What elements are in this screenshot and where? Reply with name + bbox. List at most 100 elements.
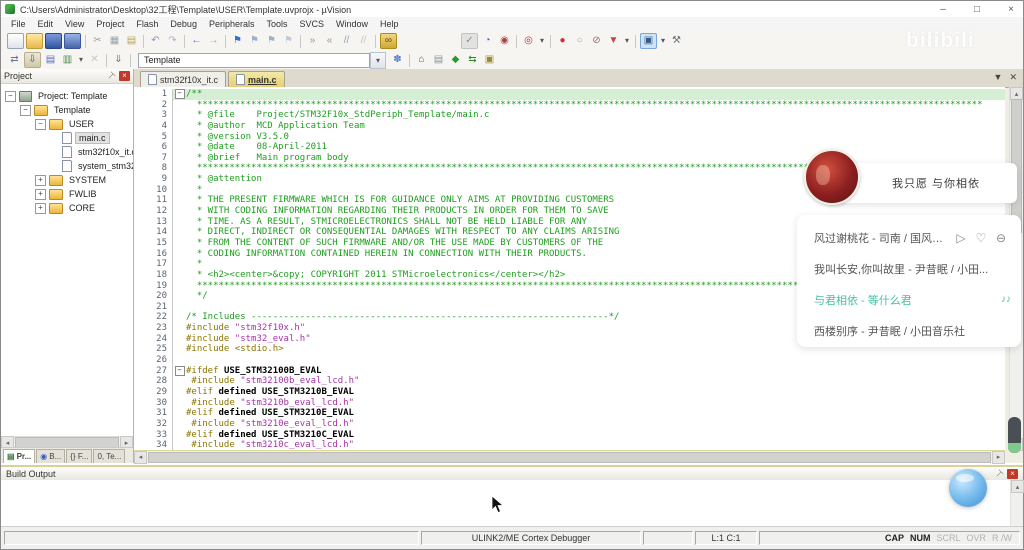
bookmark-clear-icon[interactable]: ⚑: [281, 34, 296, 48]
menu-item-help[interactable]: Help: [374, 19, 405, 29]
panel-tab-b[interactable]: ◉B...: [36, 449, 65, 463]
menu-item-edit[interactable]: Edit: [32, 19, 60, 29]
fold-collapse-icon[interactable]: −: [175, 89, 185, 99]
options-target-icon[interactable]: ✽: [390, 53, 405, 67]
target-home-icon[interactable]: ⌂: [414, 53, 429, 67]
spell-check-icon[interactable]: ✓: [461, 33, 478, 49]
tree-item-user[interactable]: −USER: [1, 117, 133, 131]
panel-tab-pr[interactable]: ▤Pr...: [3, 449, 35, 463]
playlist-item[interactable]: 与君相依 - 等什么君♪♪: [797, 284, 1021, 315]
find-in-files-red-icon[interactable]: ◎: [521, 34, 536, 48]
window-layout-icon[interactable]: ▣: [640, 33, 657, 49]
playlist-item[interactable]: 我叫长安,你叫故里 - 尹昔眠 / 小田...: [797, 253, 1021, 284]
scroll-right-icon[interactable]: ▸: [992, 451, 1005, 464]
save-all-icon[interactable]: [64, 33, 81, 49]
tree-expander-icon[interactable]: −: [5, 91, 16, 102]
album-art[interactable]: [804, 149, 860, 205]
outdent-icon[interactable]: «: [322, 34, 337, 48]
breakpoint-caret[interactable]: ▾: [623, 34, 631, 48]
download-icon[interactable]: ⇓: [111, 53, 126, 67]
batch-build-icon[interactable]: ▥: [60, 53, 75, 67]
panel-tab-0te[interactable]: 0, Te...: [93, 449, 125, 463]
tree-expander-icon[interactable]: +: [35, 175, 46, 186]
close-button[interactable]: ×: [1005, 4, 1017, 15]
pin-icon[interactable]: ⊤: [104, 69, 118, 83]
tree-item-template[interactable]: −Template: [1, 103, 133, 117]
select-packs-icon[interactable]: ⇆: [465, 53, 480, 67]
minimize-button[interactable]: –: [937, 4, 949, 15]
rebuild-icon[interactable]: ▤: [43, 53, 58, 67]
menu-item-debug[interactable]: Debug: [164, 19, 203, 29]
configure-wrench-icon[interactable]: ⚒: [669, 34, 684, 48]
stop-build-icon[interactable]: ✕: [87, 53, 102, 67]
doc-list-caret-icon[interactable]: ▼: [994, 72, 1003, 83]
undo-icon[interactable]: ↶: [148, 34, 163, 48]
tree-item-fwlib[interactable]: +FWLIB: [1, 187, 133, 201]
bookmark-toggle-icon[interactable]: ⚑: [230, 34, 245, 48]
comment-icon[interactable]: //: [339, 34, 354, 48]
menu-item-window[interactable]: Window: [330, 19, 374, 29]
menu-item-svcs[interactable]: SVCS: [294, 19, 331, 29]
breakpoint-enable-icon[interactable]: ○: [572, 34, 587, 48]
cut-icon[interactable]: ✂: [90, 34, 105, 48]
pin-icon[interactable]: ⊤: [992, 466, 1006, 480]
tree-item-system[interactable]: +SYSTEM: [1, 173, 133, 187]
menu-item-project[interactable]: Project: [90, 19, 130, 29]
tree-item-system-stm32f1[interactable]: system_stm32f1: [1, 159, 133, 173]
tree-expander-icon[interactable]: +: [35, 189, 46, 200]
menu-item-file[interactable]: File: [5, 19, 32, 29]
playlist-item[interactable]: 西楼别序 - 尹昔眠 / 小田音乐社: [797, 315, 1021, 346]
pack-installer-icon[interactable]: ▣: [482, 53, 497, 67]
breakpoint-kill-all-icon[interactable]: ▼: [606, 34, 621, 48]
save-icon[interactable]: [45, 33, 62, 49]
build-output-close-icon[interactable]: ×: [1007, 469, 1018, 479]
remove-icon[interactable]: ⊖: [991, 231, 1011, 245]
find-in-files-icon[interactable]: ∞: [380, 33, 397, 49]
build-output-content[interactable]: [1, 480, 1023, 529]
music-volume-pill[interactable]: [1008, 417, 1021, 453]
scroll-left-icon[interactable]: ◂: [134, 451, 147, 464]
target-select[interactable]: Template: [138, 53, 370, 68]
play-icon[interactable]: ▷: [951, 231, 971, 245]
breakpoint-insert-icon[interactable]: ●: [555, 34, 570, 48]
layout-caret[interactable]: ▾: [659, 34, 667, 48]
build-icon[interactable]: ⇩: [24, 52, 41, 68]
tree-item-main-c[interactable]: main.c: [1, 131, 133, 145]
find-caret[interactable]: ▾: [538, 34, 546, 48]
target-select-caret-icon[interactable]: ▾: [370, 52, 386, 69]
tree-item-project-template[interactable]: −Project: Template: [1, 89, 133, 103]
editor-hscroll-thumb[interactable]: [148, 452, 991, 463]
bookmark-prev-icon[interactable]: ⚑: [247, 34, 262, 48]
fold-collapse-icon[interactable]: −: [175, 366, 185, 376]
open-folder-icon[interactable]: [26, 33, 43, 49]
close-doc-icon[interactable]: ✕: [1009, 72, 1017, 83]
tree-item-stm32f10x-it-c[interactable]: stm32f10x_it.c: [1, 145, 133, 159]
nav-forward-icon[interactable]: →: [206, 34, 221, 48]
tree-expander-icon[interactable]: +: [35, 203, 46, 214]
editor-tab-main-c[interactable]: main.c: [228, 71, 285, 87]
redo-icon[interactable]: ↷: [165, 34, 180, 48]
tree-item-core[interactable]: +CORE: [1, 201, 133, 215]
menu-item-view[interactable]: View: [59, 19, 90, 29]
nav-back-icon[interactable]: ←: [189, 34, 204, 48]
quick-find-icon[interactable]: ◔: [480, 34, 495, 48]
uncomment-icon[interactable]: //: [356, 34, 371, 48]
batch-caret[interactable]: ▾: [77, 53, 85, 67]
find-replace-icon[interactable]: ◉: [497, 34, 512, 48]
breakpoint-disable-all-icon[interactable]: ⊘: [589, 34, 604, 48]
project-close-icon[interactable]: ×: [119, 71, 130, 81]
copy-icon[interactable]: ▦: [107, 34, 122, 48]
tree-expander-icon[interactable]: −: [20, 105, 31, 116]
heart-icon[interactable]: ♡: [971, 231, 991, 245]
editor-hscrollbar[interactable]: ◂ ▸: [134, 450, 1005, 463]
menu-item-flash[interactable]: Flash: [130, 19, 164, 29]
tree-expander-icon[interactable]: −: [35, 119, 46, 130]
bookmark-next-icon[interactable]: ⚑: [264, 34, 279, 48]
maximize-button[interactable]: □: [971, 4, 983, 15]
indent-icon[interactable]: »: [305, 34, 320, 48]
manage-rte-icon[interactable]: ◆: [448, 53, 463, 67]
editor-tab-stm32f10x_it-c[interactable]: stm32f10x_it.c: [140, 71, 226, 87]
panel-tab-f[interactable]: {} F...: [66, 449, 92, 463]
menu-item-peripherals[interactable]: Peripherals: [203, 19, 261, 29]
translate-icon[interactable]: ⇄: [7, 53, 22, 67]
